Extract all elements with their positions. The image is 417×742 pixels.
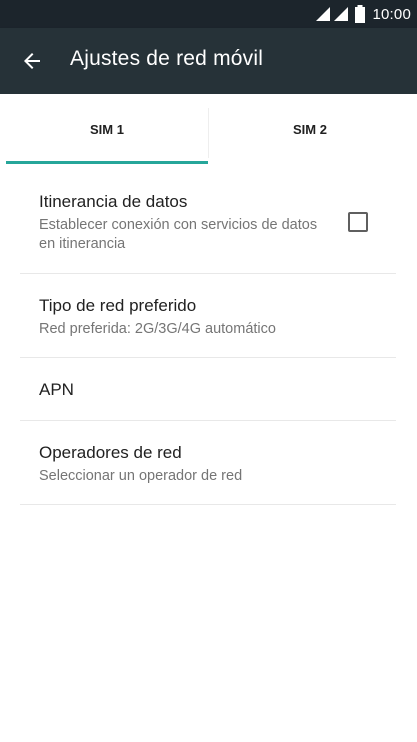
setting-apn[interactable]: APN bbox=[20, 358, 396, 421]
setting-summary: Establecer conexión con servicios de dat… bbox=[39, 217, 318, 252]
status-bar: 10:00 bbox=[0, 0, 417, 28]
clock: 10:00 bbox=[372, 5, 411, 23]
setting-title: APN bbox=[39, 380, 74, 399]
setting-summary: Seleccionar un operador de red bbox=[39, 468, 243, 484]
tab-sim-1[interactable]: SIM 1 bbox=[6, 94, 208, 164]
sim-tabs: SIM 1 SIM 2 bbox=[0, 94, 417, 164]
setting-title: Itinerancia de datos bbox=[39, 192, 188, 211]
settings-list: Itinerancia de datos Establecer conexión… bbox=[20, 164, 396, 505]
setting-title: Tipo de red preferido bbox=[39, 296, 197, 315]
signal-icon bbox=[334, 7, 349, 21]
status-icons: 10:00 bbox=[315, 4, 411, 24]
arrow-left-icon[interactable] bbox=[20, 49, 44, 73]
page-title: Ajustes de red móvil bbox=[70, 47, 264, 70]
tab-sim-2[interactable]: SIM 2 bbox=[209, 94, 411, 164]
app-bar: Ajustes de red móvil bbox=[0, 28, 417, 94]
setting-preferred-network-type[interactable]: Tipo de red preferido Red preferida: 2G/… bbox=[20, 274, 396, 358]
setting-title: Operadores de red bbox=[39, 443, 182, 462]
setting-summary: Red preferida: 2G/3G/4G automático bbox=[39, 321, 276, 337]
signal-icon bbox=[316, 7, 331, 21]
setting-data-roaming[interactable]: Itinerancia de datos Establecer conexión… bbox=[20, 164, 396, 274]
data-roaming-checkbox[interactable] bbox=[348, 212, 368, 232]
battery-icon bbox=[355, 5, 366, 23]
setting-network-operators[interactable]: Operadores de red Seleccionar un operado… bbox=[20, 421, 396, 505]
